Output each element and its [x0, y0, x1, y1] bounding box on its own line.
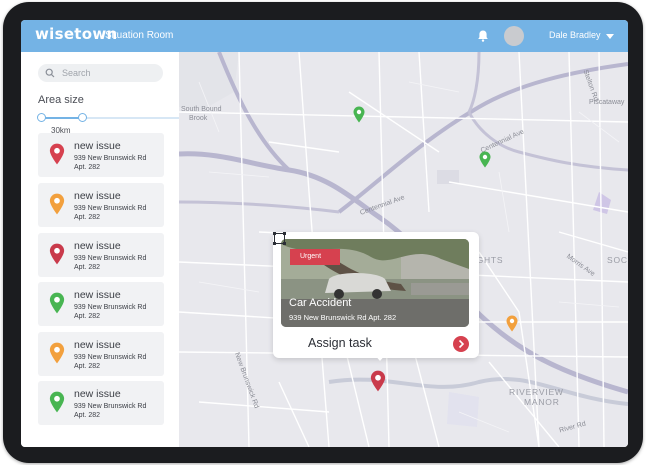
bell-icon[interactable]	[476, 29, 490, 43]
issue-popup[interactable]: Urgent Car Accident 939 New Brunswick Rd…	[273, 232, 479, 361]
issue-card[interactable]: new issue 939 New Brunswick Rd Apt. 282	[38, 332, 164, 376]
map-label-manor: MANOR	[524, 397, 560, 407]
issue-address-line2: Apt. 282	[74, 263, 101, 271]
incident-address: 939 New Brunswick Rd Apt. 282	[289, 313, 397, 322]
map-label-soci: SOCI	[607, 255, 628, 265]
location-pin-icon	[49, 391, 65, 413]
popup-pointer	[374, 354, 386, 361]
issue-address-line1: 939 New Brunswick Rd	[74, 403, 147, 410]
incident-title: Car Accident	[289, 297, 352, 309]
map-pin-orange[interactable]	[506, 315, 518, 332]
issue-address-line1: 939 New Brunswick Rd	[74, 255, 147, 262]
area-size-label: Area size	[38, 94, 84, 106]
location-pin-icon	[49, 342, 65, 364]
avatar[interactable]	[504, 26, 524, 46]
area-size-slider-max-handle[interactable]	[78, 113, 87, 122]
issue-address-line1: 939 New Brunswick Rd	[74, 205, 147, 212]
assign-task-button[interactable]	[453, 336, 469, 352]
issue-title: new issue	[74, 140, 121, 152]
map-pin-green[interactable]	[479, 151, 491, 168]
issue-card[interactable]: new issue 939 New Brunswick Rd Apt. 282	[38, 381, 164, 425]
location-pin-icon	[49, 243, 65, 265]
map-label-south-bound-brook: South Bound	[181, 106, 222, 113]
tablet-frame: wisetown Situation Room Dale Bradley Are…	[3, 2, 643, 463]
issue-card[interactable]: new issue 939 New Brunswick Rd Apt. 282	[38, 133, 164, 177]
issue-address: 939 New Brunswick Rd Apt. 282	[74, 255, 156, 272]
search-icon	[45, 68, 55, 78]
area-size-slider-fill	[40, 117, 82, 119]
location-pin-icon	[49, 193, 65, 215]
assign-task-label[interactable]: Assign task	[308, 336, 372, 350]
issue-title: new issue	[74, 240, 121, 252]
chevron-down-icon[interactable]	[606, 34, 614, 39]
select-area-icon	[273, 232, 286, 245]
chevron-right-icon	[458, 339, 465, 349]
issue-address: 939 New Brunswick Rd Apt. 282	[74, 304, 156, 321]
issue-address-line2: Apt. 282	[74, 312, 101, 320]
issue-address: 939 New Brunswick Rd Apt. 282	[74, 403, 156, 420]
issue-card[interactable]: new issue 939 New Brunswick Rd Apt. 282	[38, 233, 164, 277]
issue-address-line1: 939 New Brunswick Rd	[74, 155, 147, 162]
map-label-riverview: RIVERVIEW	[509, 387, 564, 397]
location-pin-icon	[49, 143, 65, 165]
issue-address-line1: 939 New Brunswick Rd	[74, 354, 147, 361]
user-name[interactable]: Dale Bradley	[549, 30, 601, 40]
issue-address-line2: Apt. 282	[74, 213, 101, 221]
issue-address-line1: 939 New Brunswick Rd	[74, 304, 147, 311]
issue-address-line2: Apt. 282	[74, 163, 101, 171]
search-box[interactable]	[38, 64, 163, 82]
top-bar: wisetown Situation Room Dale Bradley	[21, 20, 628, 52]
map-view[interactable]: South Bound Brook Piscataway HEIGHTS SOC…	[179, 52, 628, 447]
issue-title: new issue	[74, 339, 121, 351]
location-pin-icon	[49, 292, 65, 314]
issue-card[interactable]: new issue 939 New Brunswick Rd Apt. 282	[38, 282, 164, 326]
sidebar: Area size 30km new issue939 New Brunswic…	[21, 52, 179, 447]
issue-address-line2: Apt. 282	[74, 411, 101, 419]
issue-title: new issue	[74, 190, 121, 202]
map-pin-green[interactable]	[353, 106, 365, 123]
issue-card[interactable]: new issue 939 New Brunswick Rd Apt. 282	[38, 183, 164, 227]
issue-title: new issue	[74, 388, 121, 400]
issue-title: new issue	[74, 289, 121, 301]
urgent-badge: Urgent	[290, 249, 340, 265]
issue-address: 939 New Brunswick Rd Apt. 282	[74, 354, 156, 371]
page-title: Situation Room	[105, 30, 174, 41]
map-label-brook: Brook	[189, 115, 208, 122]
issue-address-line2: Apt. 282	[74, 362, 101, 370]
issue-address: 939 New Brunswick Rd Apt. 282	[74, 205, 156, 222]
incident-photo: Urgent Car Accident 939 New Brunswick Rd…	[281, 239, 469, 327]
app-screen: wisetown Situation Room Dale Bradley Are…	[21, 20, 628, 447]
map-pin-selected-red[interactable]	[370, 370, 386, 392]
issue-address: 939 New Brunswick Rd Apt. 282	[74, 155, 156, 172]
area-size-slider-min-handle[interactable]	[37, 113, 46, 122]
search-input[interactable]	[62, 66, 157, 80]
